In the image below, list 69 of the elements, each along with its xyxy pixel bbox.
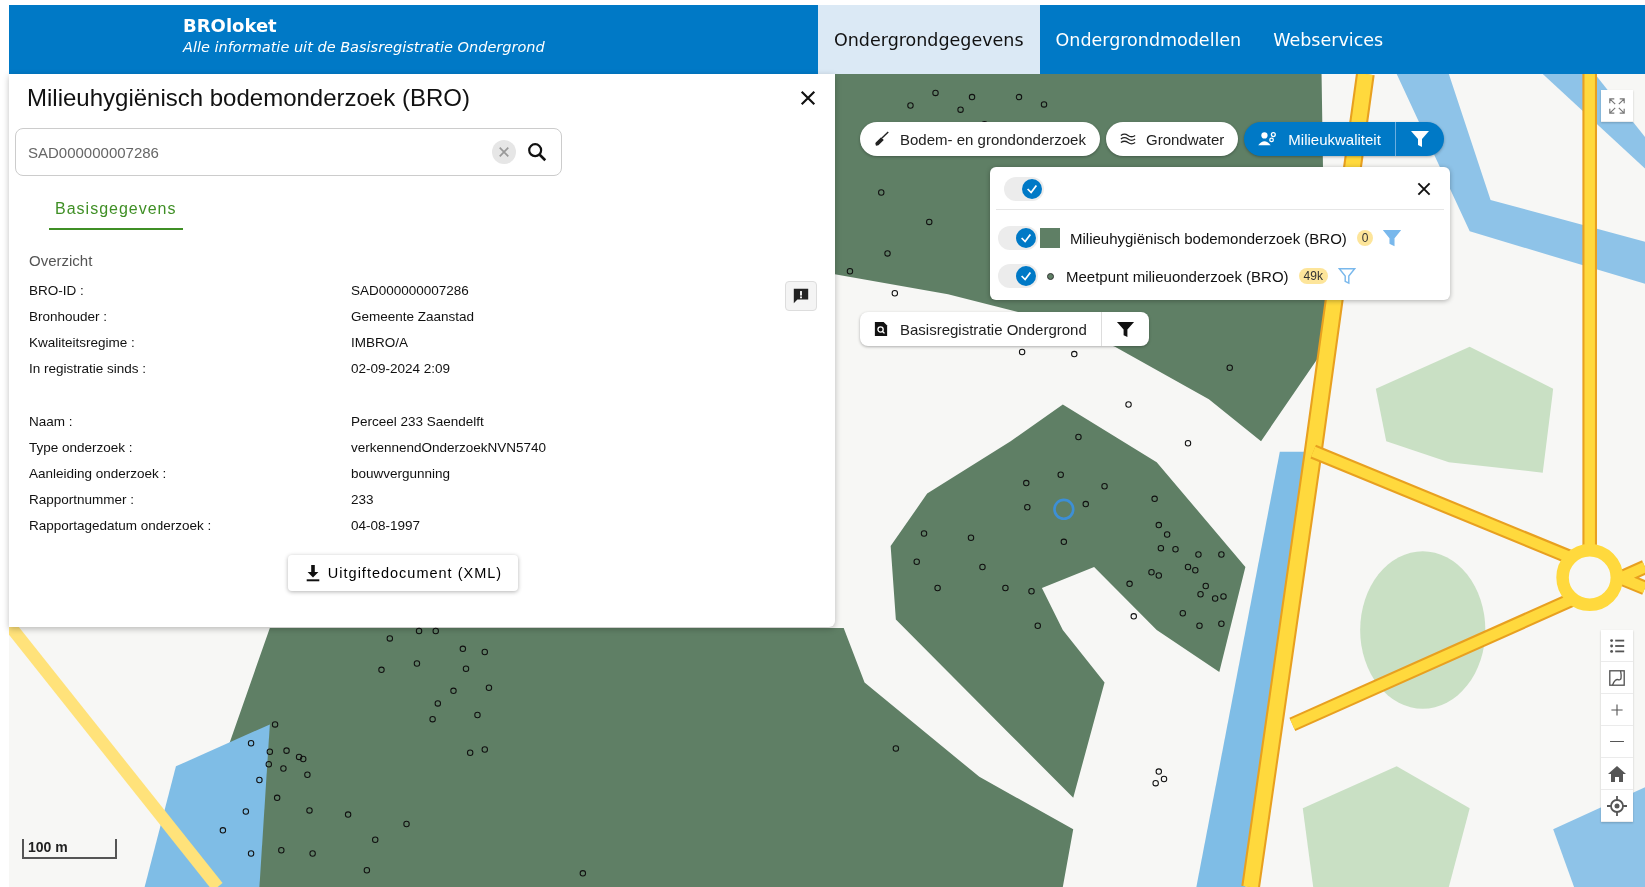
field-label: Aanleiding onderzoek :	[29, 466, 168, 481]
field-label: Rapportnummer :	[29, 492, 136, 507]
count-badge: 49k	[1298, 268, 1328, 284]
field-label: BRO-ID :	[29, 283, 85, 298]
search-icon[interactable]	[526, 141, 548, 163]
people-icon	[1258, 131, 1279, 147]
field-label: Rapportagedatum onderzoek :	[29, 518, 213, 533]
layer-name: Milieuhygiënisch bodemonderzoek (BRO)	[1070, 229, 1347, 247]
close-icon[interactable]	[1416, 181, 1432, 197]
layer-button[interactable]: Milieukwaliteit	[1244, 122, 1395, 156]
field-value: verkennendOnderzoekNVN5740	[351, 440, 547, 455]
panel-tab[interactable]: Basisgegevens	[49, 194, 183, 230]
waves-icon	[1119, 131, 1136, 147]
count-badge: 0	[1356, 230, 1374, 246]
section-heading: Overzicht	[29, 252, 94, 269]
scale-bar: 100 m	[22, 839, 117, 859]
checkmark-icon	[1019, 269, 1033, 283]
filter-icon	[1115, 319, 1135, 339]
document-search-icon	[874, 321, 888, 337]
layer-name: Meetpunt milieuonderzoek (BRO)	[1066, 267, 1289, 285]
field-label: Bronhouder :	[29, 309, 109, 324]
home-button[interactable]	[1601, 758, 1633, 790]
field-value: Perceel 233 Saendelft	[351, 414, 485, 429]
field-value: 04-08-1997	[351, 518, 422, 533]
expand-icon	[1608, 96, 1626, 115]
nav-tab[interactable]: Webservices	[1257, 5, 1400, 74]
field-value: 02-09-2024 2:09	[351, 361, 452, 376]
field-label: Type onderzoek :	[29, 440, 134, 455]
checkmark-icon	[1025, 182, 1039, 196]
shovel-icon	[874, 131, 890, 147]
panel-title: Milieuhygiënisch bodemonderzoek (BRO)	[27, 84, 470, 112]
field-label: In registratie sinds :	[29, 361, 148, 376]
nav-tab[interactable]: Ondergrondmodellen	[1039, 5, 1258, 74]
field-label: Kwaliteitsregime :	[29, 335, 136, 350]
app-subtitle: Alle informatie uit de Basisregistratie Ondergrond	[183, 39, 546, 55]
field-value: Gemeente Zaanstad	[351, 309, 476, 324]
toggle-switch[interactable]	[1004, 177, 1044, 201]
map-layer-button[interactable]	[1601, 662, 1633, 694]
field-value: bouwvergunning	[351, 466, 452, 481]
list-icon	[1608, 636, 1626, 655]
layer-button[interactable]: Grondwater	[1105, 122, 1239, 156]
field-label: Naam :	[29, 414, 74, 429]
minus-icon	[1610, 740, 1624, 743]
toggle-switch[interactable]	[998, 264, 1038, 288]
field-value: 233	[351, 492, 375, 507]
legend-button[interactable]	[1601, 630, 1633, 662]
plus-icon	[1609, 701, 1625, 718]
point-legend-icon	[1046, 272, 1054, 280]
area-legend-swatch	[1040, 228, 1060, 248]
comment-alert-icon	[792, 287, 810, 305]
checkmark-icon	[1019, 231, 1033, 245]
field-value: IMBRO/A	[351, 335, 409, 350]
download-button[interactable]: Uitgiftedocument (XML)	[287, 555, 519, 591]
search-field[interactable]: SAD000000007286	[15, 128, 562, 176]
zoom-in-button[interactable]	[1601, 694, 1633, 726]
toggle-switch[interactable]	[998, 226, 1038, 250]
locate-button[interactable]	[1601, 790, 1633, 822]
home-icon	[1607, 763, 1627, 784]
filter-icon	[1409, 129, 1430, 149]
crosshair-icon	[1607, 795, 1627, 816]
layer-button[interactable]: Bodem- en grondonderzoek	[860, 122, 1100, 156]
app-title: BROloket	[183, 15, 278, 36]
feedback-button[interactable]	[785, 281, 817, 311]
fullscreen-button[interactable]	[1601, 90, 1633, 122]
clear-icon[interactable]	[492, 140, 516, 164]
field-value: SAD000000007286	[351, 283, 470, 298]
nav-tab[interactable]: Ondergrondgegevens	[818, 5, 1040, 74]
close-icon[interactable]	[799, 89, 817, 107]
map-icon	[1608, 668, 1626, 687]
